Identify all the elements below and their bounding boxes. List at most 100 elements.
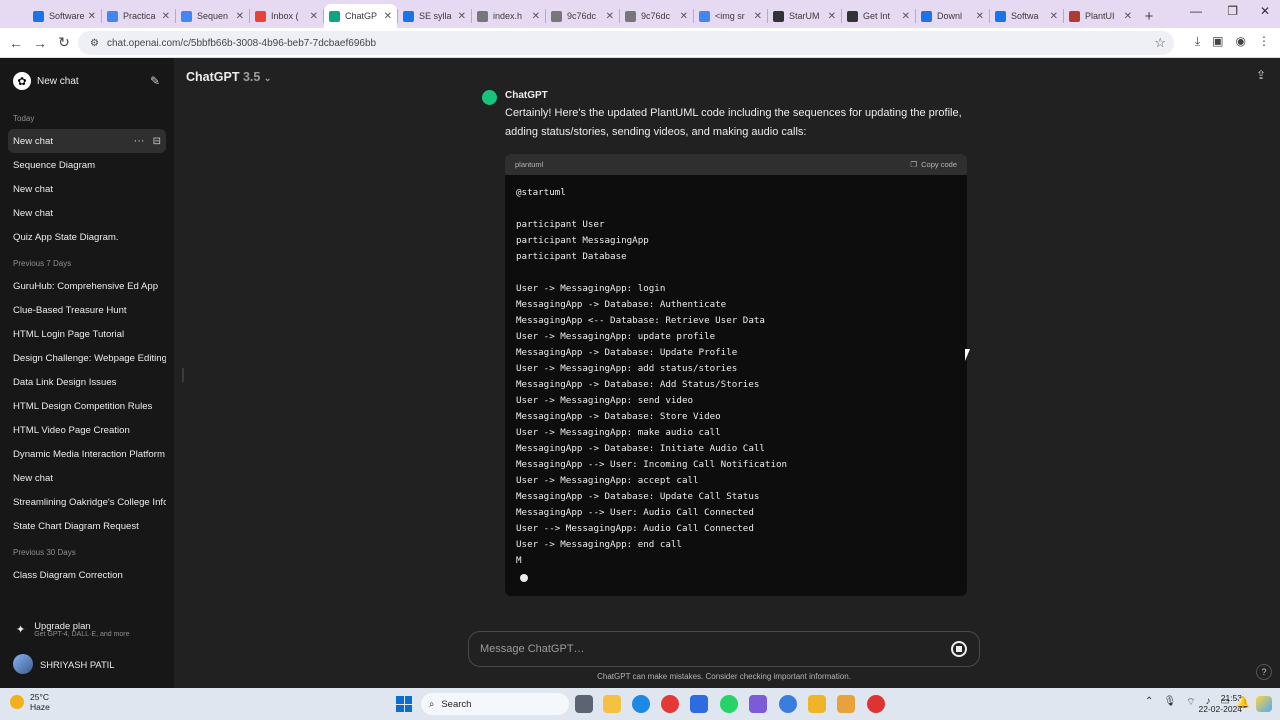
minimize-icon[interactable]: — xyxy=(1190,4,1202,18)
browser-tab[interactable]: Get Int ✕ xyxy=(842,4,915,28)
close-tab-icon[interactable]: ✕ xyxy=(532,11,540,22)
store-icon[interactable] xyxy=(690,695,708,713)
close-tab-icon[interactable]: ✕ xyxy=(902,11,910,22)
folder-icon[interactable] xyxy=(808,695,826,713)
copilot-icon[interactable] xyxy=(1256,696,1272,712)
close-tab-icon[interactable]: ✕ xyxy=(384,11,392,22)
bell-icon[interactable]: 🔔 xyxy=(1236,696,1250,709)
sidebar-chat-item[interactable]: HTML Login Page Tutorial xyxy=(8,322,166,346)
whatsapp-icon[interactable] xyxy=(720,695,738,713)
sidebar-chat-item[interactable]: Dynamic Media Interaction Platform xyxy=(8,442,166,466)
sidebar-chat-item[interactable]: HTML Design Competition Rules xyxy=(8,394,166,418)
address-bar[interactable]: ⚙ chat.openai.com/c/5bbfb66b-3008-4b96-b… xyxy=(78,31,1174,55)
sidebar-chat-item[interactable]: Sequence Diagram xyxy=(8,153,166,177)
close-tab-icon[interactable]: ✕ xyxy=(310,11,318,22)
close-tab-icon[interactable]: ✕ xyxy=(606,11,614,22)
new-chat-label: New chat xyxy=(37,75,79,87)
archive-icon[interactable]: ⊟ xyxy=(153,136,161,147)
close-tab-icon[interactable]: ✕ xyxy=(1124,11,1132,22)
close-tab-icon[interactable]: ✕ xyxy=(754,11,762,22)
task-view-icon[interactable] xyxy=(575,695,593,713)
close-tab-icon[interactable]: ✕ xyxy=(236,11,244,22)
browser-tab[interactable]: <img sr ✕ xyxy=(694,4,767,28)
sidebar-chat-item[interactable]: Class Diagram Correction xyxy=(8,563,166,587)
stop-generating-button[interactable] xyxy=(951,641,967,657)
browser-tab[interactable]: SE sylla ✕ xyxy=(398,4,471,28)
sidebar-chat-item[interactable]: State Chart Diagram Request xyxy=(8,514,166,538)
close-tab-icon[interactable]: ✕ xyxy=(976,11,984,22)
sidebar-resize-handle[interactable] xyxy=(182,368,184,382)
tab-title: Get Int xyxy=(863,11,891,21)
close-tab-icon[interactable]: ✕ xyxy=(680,11,688,22)
edit-icon[interactable]: ✎ xyxy=(150,74,160,88)
mic-icon[interactable]: 🎙 xyxy=(1163,696,1176,709)
sidebar-chat-item[interactable]: New chat xyxy=(8,201,166,225)
start-icon[interactable] xyxy=(396,696,412,712)
copy-code-button[interactable]: ❐ Copy code xyxy=(910,160,957,169)
close-tab-icon[interactable]: ✕ xyxy=(1050,11,1058,22)
browser-tab[interactable]: 9c76dc ✕ xyxy=(546,4,619,28)
close-tab-icon[interactable]: ✕ xyxy=(458,11,466,22)
sidebar-chat-item[interactable]: New chat ··· ⊟ xyxy=(8,129,166,153)
browser-tab[interactable]: index.h ✕ xyxy=(472,4,545,28)
forward-icon[interactable]: → xyxy=(28,31,52,55)
weather-widget[interactable]: 25°C Haze xyxy=(10,692,50,712)
sidebar-chat-item[interactable]: New chat xyxy=(8,466,166,490)
chrome-alt-icon[interactable] xyxy=(867,695,885,713)
close-window-icon[interactable]: ✕ xyxy=(1260,4,1270,18)
sidebar-chat-item[interactable]: GuruHub: Comprehensive Ed App xyxy=(8,274,166,298)
sidebar-chat-item[interactable]: HTML Video Page Creation xyxy=(8,418,166,442)
browser-tab[interactable]: Software ✕ xyxy=(28,4,101,28)
browser-tab[interactable]: StarUM ✕ xyxy=(768,4,841,28)
profile-avatar-icon[interactable]: ◉ xyxy=(1236,34,1246,49)
message-input[interactable] xyxy=(480,643,951,655)
sidebar-chat-item[interactable]: Data Link Design Issues xyxy=(8,370,166,394)
favicon-icon xyxy=(181,10,192,22)
maximize-icon[interactable]: ❐ xyxy=(1227,4,1238,18)
edge-icon[interactable] xyxy=(632,695,650,713)
new-chat-button[interactable]: ✿ New chat ✎ xyxy=(8,58,166,104)
chrome-active-icon[interactable] xyxy=(779,695,797,713)
browser-tab[interactable]: ChatGP ✕ xyxy=(324,4,397,28)
sidebar-chat-item[interactable]: Design Challenge: Webpage Editing xyxy=(8,346,166,370)
chrome-icon[interactable] xyxy=(661,695,679,713)
upgrade-subtitle: Get GPT-4, DALL·E, and more xyxy=(34,631,130,638)
sidebar-chat-item[interactable]: Quiz App State Diagram. xyxy=(8,225,166,249)
user-menu[interactable]: SHRIYASH PATIL xyxy=(8,648,166,680)
share-icon[interactable]: ⇪ xyxy=(1256,68,1266,82)
browser-tab[interactable]: Sequen ✕ xyxy=(176,4,249,28)
browser-tab[interactable]: 9c76dc ✕ xyxy=(620,4,693,28)
new-tab-button[interactable]: + xyxy=(1137,4,1161,28)
chevron-up-icon[interactable]: ⌃ xyxy=(1145,696,1153,709)
app-icon[interactable] xyxy=(837,695,855,713)
wifi-icon[interactable]: ⌔ xyxy=(1186,696,1195,709)
site-info-icon[interactable]: ⚙ xyxy=(90,38,99,49)
close-tab-icon[interactable]: ✕ xyxy=(88,11,96,22)
sidebar-chat-item[interactable]: New chat xyxy=(8,177,166,201)
back-icon[interactable]: ← xyxy=(4,31,28,55)
more-options-icon[interactable]: ··· xyxy=(134,135,145,147)
bookmark-star-icon[interactable]: ☆ xyxy=(1154,35,1166,51)
tab-title: PlantUI xyxy=(1085,11,1115,21)
model-selector[interactable]: ChatGPT 3.5 ⌄ xyxy=(186,70,271,84)
close-tab-icon[interactable]: ✕ xyxy=(162,11,170,22)
close-tab-icon[interactable]: ✕ xyxy=(828,11,836,22)
sidebar-chat-item[interactable]: Clue-Based Treasure Hunt xyxy=(8,298,166,322)
reload-icon[interactable]: ↻ xyxy=(52,31,76,55)
side-panel-icon[interactable]: ▣ xyxy=(1212,34,1223,49)
browser-tab[interactable]: PlantUI ✕ xyxy=(1064,4,1137,28)
browser-tab[interactable]: Softwa ✕ xyxy=(990,4,1063,28)
browser-menu-icon[interactable]: ⋮ xyxy=(1258,34,1270,49)
browser-tab[interactable]: Downl ✕ xyxy=(916,4,989,28)
vpn-icon[interactable] xyxy=(749,695,767,713)
download-icon[interactable]: ⤓ xyxy=(1195,34,1200,49)
sidebar-chat-item[interactable]: Streamlining Oakridge's College Info xyxy=(8,490,166,514)
browser-tab[interactable]: Inbox (✕ xyxy=(250,4,323,28)
browser-tab[interactable]: Practica ✕ xyxy=(102,4,175,28)
taskbar: 25°C Haze ⌕ Search ⌃ 🎙 ⌔ ♪ ▭ 21:53 22-02… xyxy=(0,688,1280,720)
tab-title: Sequen xyxy=(197,11,229,21)
file-explorer-icon[interactable] xyxy=(603,695,621,713)
upgrade-plan-button[interactable]: ✦ Upgrade plan Get GPT-4, DALL·E, and mo… xyxy=(8,614,166,644)
help-button[interactable]: ? xyxy=(1256,664,1272,680)
taskbar-search[interactable]: ⌕ Search xyxy=(421,693,569,715)
